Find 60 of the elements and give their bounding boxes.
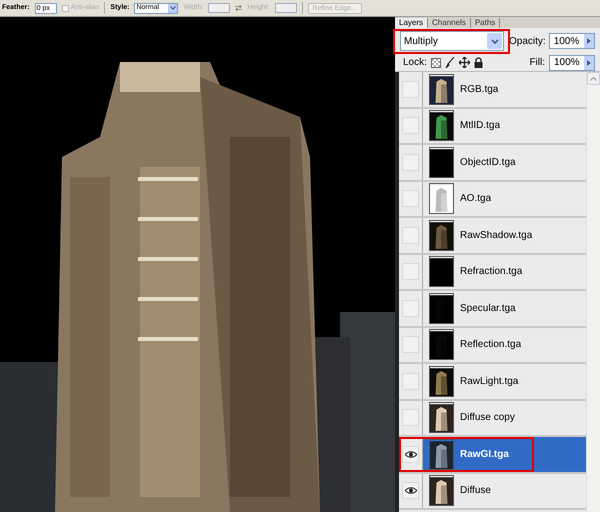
opacity-field[interactable]: 100% [548,33,595,49]
layer-name: MtlID.tga [460,119,500,134]
visibility-toggle[interactable] [402,336,419,354]
fill-label: Fill: [529,56,545,70]
layer-row[interactable]: RGB.tga [399,72,586,108]
layer-name: Specular.tga [460,302,516,316]
panel-tab[interactable]: Channels [428,18,471,28]
layer-row[interactable]: Refraction.tga [399,254,586,291]
visibility-toggle[interactable] [402,482,419,500]
layer-row[interactable]: RawGI.tga [399,437,586,474]
lock-icon[interactable] [474,57,483,68]
visibility-toggle[interactable] [402,300,419,317]
layer-row[interactable]: AO.tga [399,182,586,218]
visibility-toggle[interactable] [402,409,419,426]
layer-row[interactable]: RawShadow.tga [399,218,586,254]
chevron-down-icon [490,38,498,44]
layer-row[interactable]: Reflection.tga [399,328,586,364]
visibility-toggle[interactable] [402,117,419,134]
blend-mode-dropdown[interactable]: Multiply [400,31,504,51]
visibility-toggle[interactable] [402,80,419,98]
visibility-toggle[interactable] [402,226,419,244]
layer-name: ObjectID.tga [460,156,516,170]
eye-icon [404,450,416,458]
visibility-toggle[interactable] [402,263,419,280]
layer-name: RawGI.tga [460,448,509,462]
fill-field[interactable]: 100% [549,54,595,70]
panel-tab[interactable]: Paths [470,18,500,28]
width-field[interactable] [208,3,230,13]
layer-name: Refraction.tga [460,265,522,280]
chevron-up-icon [590,76,597,80]
visibility-toggle[interactable] [402,446,419,463]
swap-icon[interactable] [235,5,242,11]
height-field[interactable] [274,3,297,13]
layer-row[interactable]: MtlID.tga [399,108,586,145]
layer-name: AO.tga [460,192,492,206]
lock-label: Lock: [403,56,427,70]
visibility-toggle[interactable] [402,372,419,390]
layer-name: Reflection.tga [460,338,522,352]
opacity-label: Opacity: [509,34,546,48]
layer-row[interactable]: Diffuse [399,474,586,510]
visibility-toggle[interactable] [402,154,419,171]
move-icon[interactable] [458,57,470,68]
arrow-right-icon [586,38,591,44]
panel-tab[interactable]: Layers [395,18,428,28]
layer-name: RawShadow.tga [460,228,532,243]
layer-name: Diffuse copy [460,411,515,426]
arrow-right-icon [587,60,591,66]
layer-row[interactable]: Specular.tga [399,291,586,328]
brush-icon[interactable] [444,57,455,68]
visibility-toggle[interactable] [402,190,419,208]
eye-icon [404,487,416,494]
chevron-down-icon [170,6,176,10]
scroll-up-button[interactable] [587,72,600,85]
layer-name: RGB.tga [460,82,498,97]
layer-row[interactable]: ObjectID.tga [399,145,586,182]
layer-name: Diffuse [460,484,491,498]
layer-row[interactable]: RawLight.tga [399,364,586,400]
layer-name: RawLight.tga [460,374,518,389]
layer-row[interactable]: Diffuse copy [399,400,586,437]
checkerboard-icon[interactable] [430,58,441,68]
